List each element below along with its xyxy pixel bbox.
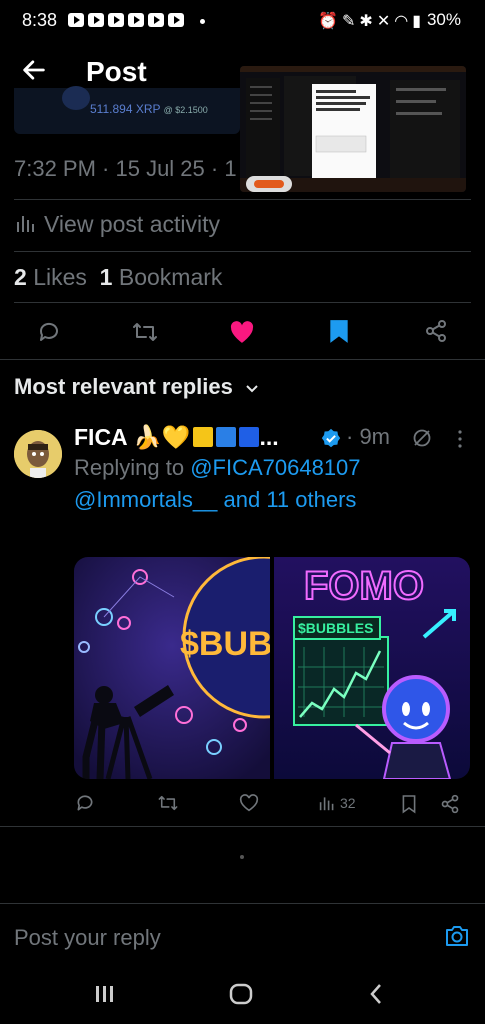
replying-to: Replying to @FICA70648107 @Immortals__ a… [74,455,361,512]
home-icon[interactable] [229,983,253,1005]
reply-icon[interactable] [75,793,95,813]
youtube-icon [108,13,124,27]
bookmark-icon-filled[interactable] [328,318,350,344]
bar-chart-icon[interactable] [16,214,36,232]
notification-icons [68,13,184,27]
repost-icon[interactable] [157,793,179,813]
post-timestamp: 7:32 PM · 15 Jul 25 · 1 [14,156,237,181]
loading-indicator [240,855,244,859]
view-post-activity-link[interactable]: View post activity [44,211,220,238]
divider [14,302,471,303]
others-link[interactable]: and 11 others [224,487,357,512]
reply-image-telescope[interactable]: $BUBE [74,557,270,779]
like-icon[interactable] [239,794,259,812]
status-bar: 8:38 ⏰✎✱✕◠▮ 30% [0,0,485,44]
mention-link[interactable]: @FICA70648107 [190,455,360,480]
youtube-icon [128,13,144,27]
likes-label[interactable]: Likes [33,264,87,290]
more-options-icon[interactable] [455,428,465,450]
image-right-sign: $BUBBLES [298,620,373,636]
replies-sort-label: Most relevant replies [14,374,233,399]
like-icon-filled[interactable] [228,320,256,344]
verified-badge-icon [321,428,341,448]
system-icons: ⏰✎✱✕◠▮ [318,13,425,30]
views-count[interactable]: 32 [340,795,356,811]
bookmarks-label[interactable]: Bookmark [119,264,223,290]
reply-icon[interactable] [36,320,62,344]
camera-icon[interactable] [444,924,470,948]
pip-video-thumbnail[interactable] [240,66,466,192]
quoted-avatar [62,86,90,110]
back-icon[interactable] [368,983,384,1005]
youtube-icon [88,13,104,27]
divider [14,251,471,252]
avatar[interactable] [14,430,62,478]
recent-apps-icon[interactable] [94,984,116,1004]
youtube-icon [168,13,184,27]
notification-dot [200,19,205,24]
grok-icon[interactable] [412,428,432,448]
image-left-text: $BUBE [180,625,270,663]
divider [14,199,471,200]
bookmarks-count[interactable]: 1 [100,264,113,290]
post-stats: 2 Likes 1 Bookmark [14,264,222,291]
divider [0,826,485,827]
tap-emoji [216,427,237,447]
reply-time: · 9m [346,424,390,449]
bookmark-icon[interactable] [401,794,417,814]
mention-link[interactable]: @Immortals__ [74,487,217,512]
likes-count[interactable]: 2 [14,264,27,290]
replies-sort-dropdown[interactable]: Most relevant replies [14,374,259,400]
youtube-icon [68,13,84,27]
share-icon[interactable] [440,794,460,814]
views-icon[interactable] [319,795,335,811]
system-nav-bar [0,962,485,1024]
reply-image-fomo[interactable]: FOMO $BUBBLES [274,557,470,779]
image-right-title: FOMO [304,564,424,608]
quoted-amount: 511.894 XRP @ $2.1500 [90,102,208,116]
blue-square-emoji [239,427,260,447]
share-icon[interactable] [424,319,448,343]
repost-icon[interactable] [131,320,159,344]
page-title: Post [86,56,147,87]
divider [0,359,485,360]
battery-level: 30% [426,10,461,29]
yellow-square-emoji [193,427,214,447]
reply-author[interactable]: FICA 🍌💛... [74,424,279,451]
youtube-icon [148,13,164,27]
back-arrow-icon[interactable] [20,56,48,84]
chevron-down-icon [246,385,258,393]
status-time: 8:38 [22,10,58,30]
reply-input[interactable]: Post your reply [14,925,161,951]
